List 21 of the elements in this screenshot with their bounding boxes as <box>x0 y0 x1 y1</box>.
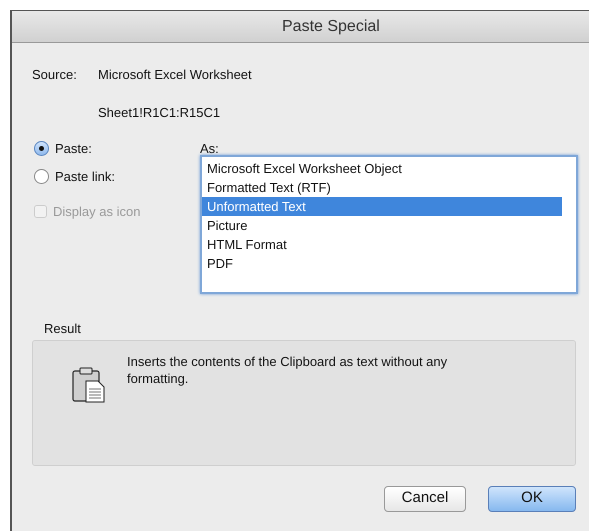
radio-label: Paste link: <box>55 168 115 186</box>
radio-button[interactable] <box>34 168 49 184</box>
radio-button[interactable] <box>34 141 49 156</box>
result-label: Result <box>44 321 81 336</box>
format-option[interactable]: Unformatted Text <box>202 197 562 216</box>
ok-button[interactable]: OK <box>488 486 576 512</box>
result-description: Inserts the contents of the Clipboard as text without any formatting. <box>127 352 448 388</box>
format-option[interactable]: Formatted Text (RTF) <box>202 178 562 197</box>
radio-label: Paste: <box>55 140 92 158</box>
display-as-icon-label: Display as icon <box>53 203 140 221</box>
cancel-button[interactable]: Cancel <box>384 486 466 512</box>
format-option[interactable]: Picture <box>202 216 562 235</box>
window-title: Paste Special <box>282 16 380 36</box>
clipboard-icon <box>71 366 107 402</box>
source-label: Source: <box>32 66 78 84</box>
format-option[interactable]: HTML Format <box>202 235 562 254</box>
as-label: As: <box>200 140 220 155</box>
format-option[interactable]: Microsoft Excel Worksheet Object <box>202 159 562 178</box>
format-option[interactable]: PDF <box>202 254 562 273</box>
source-range: Sheet1!R1C1:R15C1 <box>98 104 220 120</box>
source-value: Microsoft Excel Worksheet <box>98 66 252 84</box>
